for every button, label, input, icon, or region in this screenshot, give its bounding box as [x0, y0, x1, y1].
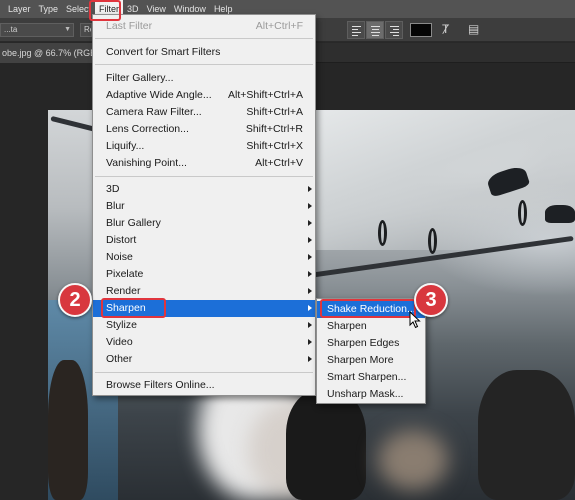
menu-item-other[interactable]: Other	[93, 351, 315, 368]
submenu-arrow-icon	[308, 237, 312, 243]
menu-item-sharpen-edges[interactable]: Sharpen Edges	[317, 335, 425, 352]
menu-item-vanishing-point[interactable]: Vanishing Point... Alt+Ctrl+V	[93, 155, 315, 172]
menu-type[interactable]: Type	[35, 0, 63, 18]
submenu-arrow-icon	[308, 186, 312, 192]
text-align-center-icon[interactable]	[366, 21, 384, 39]
highlight-box-shake-reduction	[320, 299, 416, 318]
submenu-arrow-icon	[308, 322, 312, 328]
submenu-arrow-icon	[308, 305, 312, 311]
filter-menu: Last Filter Alt+Ctrl+F Convert for Smart…	[92, 14, 316, 396]
text-align-left-icon[interactable]	[347, 21, 365, 39]
menu-item-blur[interactable]: Blur	[93, 198, 315, 215]
menu-item-filter-gallery[interactable]: Filter Gallery...	[93, 70, 315, 87]
submenu-arrow-icon	[308, 254, 312, 260]
submenu-arrow-icon	[308, 288, 312, 294]
menu-item-lens-correction[interactable]: Lens Correction... Shift+Ctrl+R	[93, 121, 315, 138]
menu-item-liquify[interactable]: Liquify... Shift+Ctrl+X	[93, 138, 315, 155]
menu-item-last-filter: Last Filter Alt+Ctrl+F	[106, 20, 303, 32]
chevron-down-icon: ▼	[64, 26, 71, 33]
menu-item-browse-filters-online[interactable]: Browse Filters Online...	[93, 377, 315, 394]
menu-item-blur-gallery[interactable]: Blur Gallery	[93, 215, 315, 232]
font-size-select[interactable]: Re	[80, 23, 92, 37]
submenu-arrow-icon	[308, 339, 312, 345]
menu-item-pixelate[interactable]: Pixelate	[93, 266, 315, 283]
mouse-pointer-icon	[409, 311, 421, 329]
text-align-right-icon[interactable]	[385, 21, 403, 39]
warp-text-icon[interactable]: Ⱦ	[442, 22, 449, 36]
submenu-arrow-icon	[308, 203, 312, 209]
character-panel-icon[interactable]: ▤	[468, 22, 479, 36]
menu-item-video[interactable]: Video	[93, 334, 315, 351]
menu-item-sharpen-more[interactable]: Sharpen More	[317, 352, 425, 369]
menu-item-convert-smart-filters[interactable]: Convert for Smart Filters	[93, 44, 315, 61]
menu-item-unsharp-mask[interactable]: Unsharp Mask...	[317, 386, 425, 403]
menu-item-stylize[interactable]: Stylize	[93, 317, 315, 334]
text-color-swatch[interactable]	[410, 23, 432, 37]
menu-separator	[95, 64, 313, 65]
font-style-value: ...ta	[4, 25, 18, 34]
font-size-value: Re	[84, 25, 91, 34]
highlight-box-filter	[89, 0, 121, 21]
menu-item-smart-sharpen[interactable]: Smart Sharpen...	[317, 369, 425, 386]
submenu-arrow-icon	[308, 356, 312, 362]
highlight-box-sharpen	[101, 298, 166, 318]
font-style-select[interactable]: ...ta ▼	[0, 23, 74, 37]
menu-layer[interactable]: Layer	[0, 0, 35, 18]
menu-item-adaptive-wide-angle[interactable]: Adaptive Wide Angle... Alt+Shift+Ctrl+A	[93, 87, 315, 104]
submenu-arrow-icon	[308, 271, 312, 277]
step-badge-2: 2	[58, 283, 92, 317]
menu-item-noise[interactable]: Noise	[93, 249, 315, 266]
menu-separator	[95, 176, 313, 177]
submenu-arrow-icon	[308, 220, 312, 226]
menu-item-camera-raw-filter[interactable]: Camera Raw Filter... Shift+Ctrl+A	[93, 104, 315, 121]
menu-item-3d[interactable]: 3D	[93, 181, 315, 198]
menu-separator	[95, 372, 313, 373]
menu-separator	[95, 38, 313, 39]
menu-item-distort[interactable]: Distort	[93, 232, 315, 249]
